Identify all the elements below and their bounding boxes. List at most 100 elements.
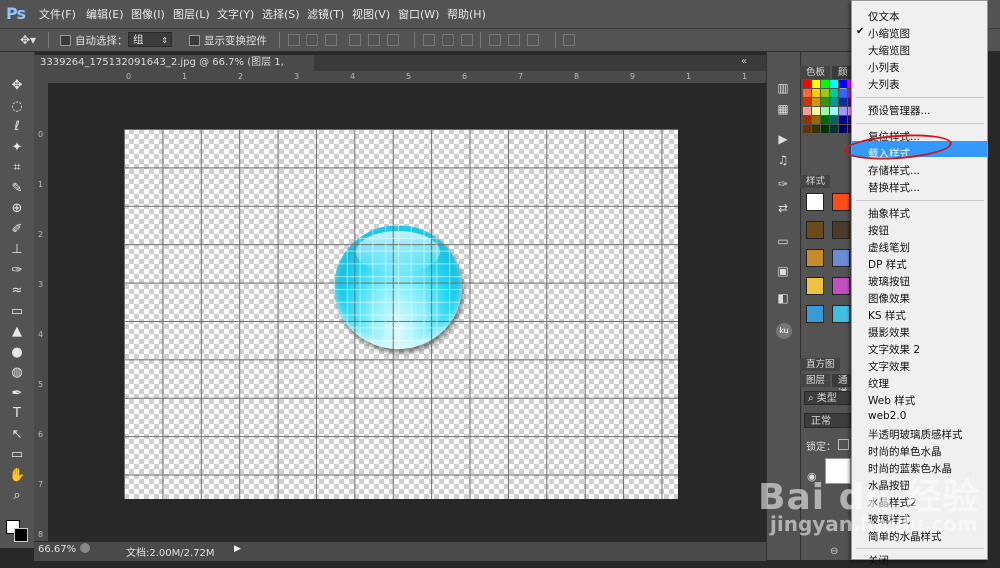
color-swatch[interactable] [830, 125, 838, 133]
tab-swatches[interactable]: 色板 [800, 66, 830, 79]
auto-select-dropdown[interactable]: 组 ⇕ [128, 32, 172, 47]
menu-item[interactable]: 大列表 [868, 77, 900, 92]
color-swatch[interactable] [821, 116, 829, 124]
align-icon[interactable] [508, 34, 520, 46]
align-icon[interactable] [306, 34, 318, 46]
color-swatch[interactable] [812, 107, 820, 115]
tab-channels[interactable]: 通道 [832, 374, 852, 399]
color-swatch[interactable] [803, 125, 811, 133]
menu-item[interactable]: 仅文本 [868, 9, 900, 24]
pen-tool-icon[interactable]: ✒ [9, 386, 25, 402]
menu-item[interactable]: 窗口(W) [398, 6, 439, 22]
style-tile[interactable] [832, 249, 850, 267]
color-swatch[interactable] [803, 116, 811, 124]
align-icon[interactable] [461, 34, 473, 46]
color-swatch[interactable] [803, 80, 811, 88]
color-swatch[interactable] [830, 107, 838, 115]
color-swatch[interactable] [839, 125, 847, 133]
brush-presets-icon[interactable]: ♫ [775, 152, 791, 168]
menu-item[interactable]: Web 样式 [868, 393, 915, 408]
menu-item[interactable]: 替换样式... [868, 180, 920, 195]
ku-icon[interactable]: ku [776, 323, 792, 339]
menu-item[interactable]: 时尚的单色水晶 [868, 444, 942, 459]
clone-stamp-icon[interactable]: ⊥ [9, 242, 25, 258]
type-tool-icon[interactable]: T [9, 406, 25, 422]
menu-item[interactable]: 编辑(E) [86, 6, 124, 22]
lasso-tool-icon[interactable]: ℓ [9, 119, 25, 135]
menu-item[interactable]: 选择(S) [262, 6, 300, 22]
play-arrow-icon[interactable]: ▶ [234, 544, 241, 554]
style-tile[interactable] [832, 221, 850, 239]
align-icon[interactable] [423, 34, 435, 46]
move-tool-icon[interactable]: ✥ [9, 78, 25, 94]
marquee-tool-icon[interactable]: ◌ [9, 99, 25, 115]
tab-styles[interactable]: 样式 [800, 175, 830, 188]
blur-tool-icon[interactable]: ▲ [9, 324, 25, 340]
color-swatch[interactable] [821, 80, 829, 88]
tool-presets-icon[interactable]: ✑ [775, 176, 791, 192]
menu-item[interactable]: 文字(Y) [217, 6, 254, 22]
align-icon[interactable] [442, 34, 454, 46]
gradient-tool-icon[interactable]: ▭ [9, 304, 25, 320]
shape-tool-icon[interactable]: ▭ [9, 447, 25, 463]
color-swatch[interactable] [803, 98, 811, 106]
menu-item[interactable]: KS 样式 [868, 308, 906, 323]
menu-item[interactable]: 文件(F) [39, 6, 76, 22]
style-tile[interactable] [806, 305, 824, 323]
align-icon[interactable] [489, 34, 501, 46]
color-swatch[interactable] [830, 98, 838, 106]
style-tile[interactable] [806, 277, 824, 295]
color-swatch[interactable] [812, 125, 820, 133]
menu-item[interactable]: 图像效果 [868, 291, 910, 306]
color-swatch[interactable] [821, 107, 829, 115]
menu-item[interactable]: 图像(I) [131, 6, 165, 22]
clone-source-icon[interactable]: ⇄ [775, 200, 791, 216]
hand-tool-icon[interactable]: ✋ [9, 468, 25, 484]
menu-item[interactable]: 纹理 [868, 376, 889, 391]
move-tool-icon[interactable]: ✥▾ [20, 33, 36, 47]
history-icon[interactable]: ▥ [775, 80, 791, 96]
color-swatch[interactable] [839, 98, 847, 106]
style-tile[interactable] [832, 305, 850, 323]
align-icon[interactable] [349, 34, 361, 46]
character-icon[interactable]: ▭ [775, 233, 791, 249]
color-swatch[interactable] [830, 80, 838, 88]
status-icon[interactable] [80, 543, 90, 553]
color-swatch[interactable] [839, 107, 847, 115]
layer-comps-icon[interactable]: ▣ [775, 263, 791, 279]
menu-item[interactable]: 图层(L) [173, 6, 210, 22]
link-icon[interactable]: ⊖ [830, 546, 838, 557]
tab-color[interactable]: 颜色 [832, 66, 852, 91]
menu-item[interactable]: 小缩览图 [868, 26, 910, 41]
color-swatch[interactable] [803, 107, 811, 115]
menu-item[interactable]: 按钮 [868, 223, 889, 238]
sponge-icon[interactable]: ◍ [9, 365, 25, 381]
align-icon[interactable] [288, 34, 300, 46]
zoom-tool-icon[interactable]: ⌕ [9, 488, 25, 504]
menu-item[interactable]: 玻璃按钮 [868, 274, 910, 289]
color-swatch[interactable] [812, 98, 820, 106]
info-icon[interactable]: ▦ [775, 101, 791, 117]
magic-wand-icon[interactable]: ✦ [9, 140, 25, 156]
menu-item[interactable]: 帮助(H) [447, 6, 486, 22]
menu-item[interactable]: 滤镜(T) [307, 6, 344, 22]
style-tile[interactable] [832, 277, 850, 295]
color-swatch[interactable] [839, 89, 847, 97]
align-icon[interactable] [563, 34, 575, 46]
align-icon[interactable] [527, 34, 539, 46]
brush-tool-icon[interactable]: ✐ [9, 222, 25, 238]
menu-item[interactable]: 摄影效果 [868, 325, 910, 340]
color-swatch[interactable] [812, 89, 820, 97]
color-swatch[interactable] [812, 80, 820, 88]
menu-item[interactable]: 抽象样式 [868, 206, 910, 221]
color-swatch[interactable] [839, 116, 847, 124]
eraser-icon[interactable]: ≈ [9, 283, 25, 299]
menu-item[interactable]: DP 样式 [868, 257, 907, 272]
color-swatch[interactable] [821, 89, 829, 97]
lock-transparency-icon[interactable] [838, 439, 849, 450]
menu-item[interactable]: 预设管理器... [868, 103, 931, 118]
layer-filter[interactable]: ⌕ 类型 [804, 391, 851, 405]
tab-histogram[interactable]: 直方图 [800, 358, 840, 371]
color-swatch[interactable] [803, 89, 811, 97]
show-transform-checkbox[interactable] [189, 35, 200, 46]
